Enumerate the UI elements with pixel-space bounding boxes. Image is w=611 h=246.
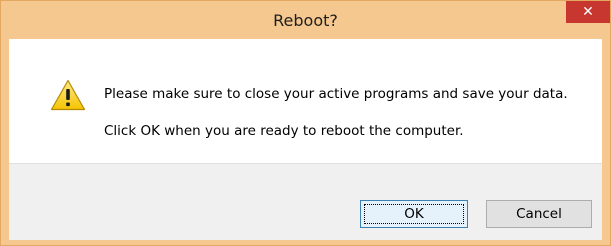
ok-button-focus-rect: OK [364, 204, 464, 224]
warning-icon [50, 79, 86, 111]
ok-button-label: OK [404, 206, 424, 222]
window-title: Reboot? [273, 11, 338, 30]
close-button[interactable]: ✕ [566, 1, 610, 23]
message-area: Please make sure to close your active pr… [9, 39, 602, 163]
dialog-window: Reboot? ✕ Please make sure to close your… [0, 0, 611, 246]
cancel-button-label: Cancel [516, 206, 562, 222]
title-bar[interactable]: Reboot? ✕ [1, 1, 610, 39]
cancel-button[interactable]: Cancel [486, 200, 592, 228]
message-line-1: Please make sure to close your active pr… [104, 86, 568, 102]
message-line-2: Click OK when you are ready to reboot th… [104, 123, 464, 139]
close-icon: ✕ [582, 4, 594, 20]
dialog-client-area: Please make sure to close your active pr… [9, 39, 602, 240]
ok-button[interactable]: OK [360, 200, 468, 228]
button-bar: OK Cancel [9, 163, 602, 240]
